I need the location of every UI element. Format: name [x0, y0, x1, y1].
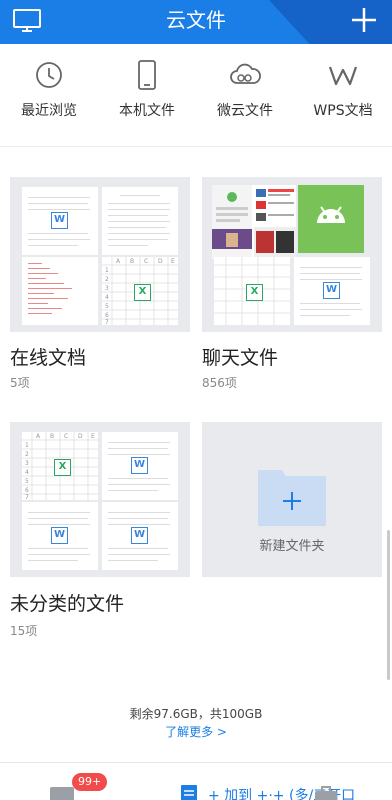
grid-header: E — [171, 258, 175, 265]
unread-badge: 99+ — [72, 773, 108, 791]
grid-header: C — [64, 433, 68, 440]
page-title: 云文件 — [166, 8, 226, 32]
excel-doc-icon: X — [54, 459, 71, 476]
message-icon[interactable] — [48, 785, 76, 800]
grid-header: D — [78, 433, 83, 440]
grid-row-number: 3 — [105, 285, 109, 292]
quick-item-wps[interactable]: WPS文档 — [294, 58, 392, 128]
grid-row-number: 1 — [105, 267, 109, 274]
doc-preview: W — [102, 432, 178, 500]
quick-item-label: WPS文档 — [313, 103, 373, 119]
sheet-preview: A B C D E 1 2 3 4 5 6 7 X — [22, 432, 98, 500]
grid-row-number: 7 — [105, 319, 109, 325]
grid-row-number: 5 — [25, 478, 29, 485]
grid-row-number: 1 — [25, 442, 29, 449]
grid-header: A — [116, 258, 121, 265]
clock-icon — [36, 62, 62, 88]
android-apk-preview — [298, 185, 364, 253]
new-folder-label: 新建文件夹 — [259, 539, 325, 554]
quick-item-recent[interactable]: 最近浏览 — [0, 58, 98, 128]
excel-doc-icon: X — [246, 284, 263, 301]
quick-item-label: 本机文件 — [119, 103, 175, 119]
grid-header: E — [91, 433, 95, 440]
android-icon — [317, 206, 345, 223]
quick-item-label: 微云文件 — [217, 103, 273, 119]
screenshot-collage-image — [212, 185, 296, 259]
doc-preview: W — [102, 502, 178, 570]
doc-preview: W — [22, 502, 98, 570]
folder-chat-files[interactable]: X W 聊天文件 856项 — [202, 177, 382, 390]
grid-header: A — [36, 433, 41, 440]
folder-name: 未分类的文件 — [10, 593, 125, 615]
doc-preview — [22, 257, 98, 325]
grid-row-number: 3 — [25, 460, 29, 467]
word-doc-icon: W — [323, 282, 340, 299]
doc-preview: W — [294, 257, 370, 325]
scrollbar[interactable] — [387, 530, 390, 680]
quick-item-label: 最近浏览 — [21, 103, 77, 119]
doc-preview — [102, 187, 178, 255]
add-icon[interactable] — [350, 6, 378, 34]
grid-header: B — [50, 433, 54, 440]
folder-add-icon — [258, 470, 326, 526]
folder-name: 聊天文件 — [202, 347, 279, 369]
grid-row-number: 4 — [105, 294, 109, 301]
grid-header: B — [130, 258, 134, 265]
word-doc-icon: W — [51, 527, 68, 544]
folder-name: 在线文档 — [10, 347, 87, 369]
folder-count: 15项 — [10, 624, 38, 638]
folder-uncategorized[interactable]: A B C D E 1 2 3 4 5 6 7 X W W W 未分类的文件 1… — [10, 422, 190, 638]
excel-doc-icon: X — [134, 284, 151, 301]
grid-header: C — [144, 258, 148, 265]
image-preview — [212, 185, 296, 259]
folder-online-docs[interactable]: W A B C D E 1 2 3 4 5 6 7 X 在线文档 5项 — [10, 177, 190, 390]
new-folder-button[interactable]: 新建文件夹 — [202, 422, 382, 577]
grid-row-number: 7 — [25, 494, 29, 500]
grid-row-number: 5 — [105, 303, 109, 310]
folder-thumbnail: W A B C D E 1 2 3 4 5 6 7 X — [10, 177, 190, 332]
quick-access-row: 最近浏览 本机文件 微云文件 WPS文档 — [0, 58, 392, 128]
grid-header: D — [158, 258, 163, 265]
quick-item-weiyun[interactable]: 微云文件 — [196, 58, 294, 128]
header-bar: 云文件 — [0, 0, 392, 44]
folder-thumbnail: X W — [202, 177, 382, 332]
quick-item-local[interactable]: 本机文件 — [98, 58, 196, 128]
grid-row-number: 6 — [25, 487, 29, 494]
bottom-toolbar: 99+ + 加到 +·+ (多/三开口 — [0, 762, 392, 800]
folder-thumbnail: A B C D E 1 2 3 4 5 6 7 X W W W — [10, 422, 190, 577]
divider — [0, 146, 392, 147]
document-icon[interactable] — [178, 783, 204, 800]
wps-logo-icon — [328, 66, 358, 86]
grid-row-number: 6 — [105, 312, 109, 319]
doc-preview: W — [22, 187, 98, 255]
word-doc-icon: W — [131, 527, 148, 544]
grid-row-number: 4 — [25, 469, 29, 476]
grid-row-number: 2 — [25, 451, 29, 458]
grid-row-number: 2 — [105, 276, 109, 283]
briefcase-icon[interactable] — [312, 785, 340, 800]
storage-info: 剩余97.6GB，共100GB — [129, 707, 263, 721]
phone-icon — [138, 60, 156, 90]
learn-more-link[interactable]: 了解更多 > — [0, 723, 392, 740]
sheet-preview: A B C D E 1 2 3 4 5 6 7 X — [102, 257, 178, 325]
word-doc-icon: W — [51, 212, 68, 229]
word-doc-icon: W — [131, 457, 148, 474]
sheet-preview: X — [214, 257, 290, 325]
folder-count: 856项 — [202, 376, 237, 390]
cloud-icon — [230, 63, 261, 84]
folder-count: 5项 — [10, 376, 30, 390]
